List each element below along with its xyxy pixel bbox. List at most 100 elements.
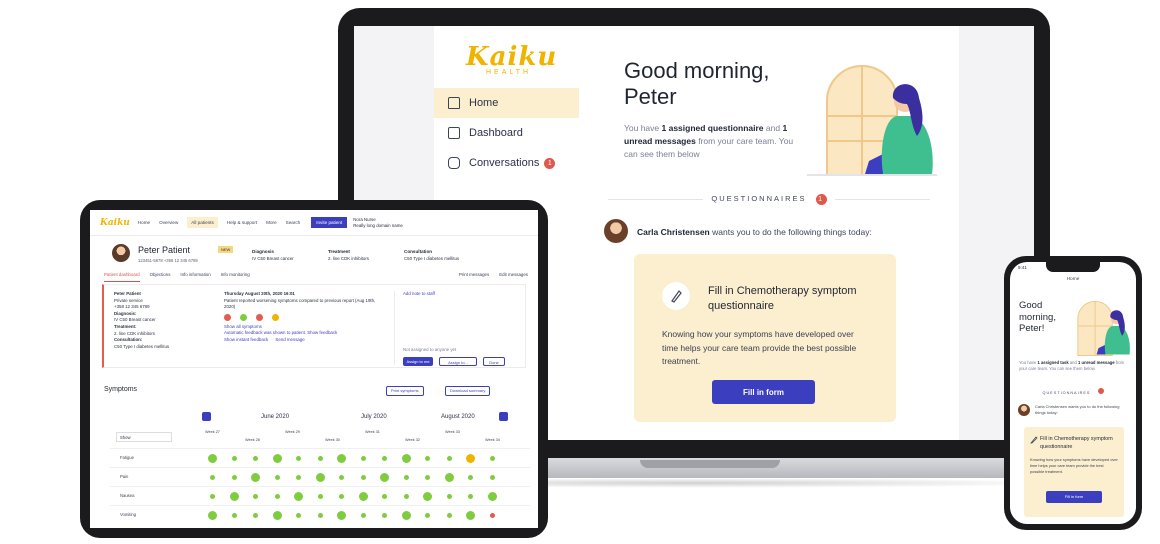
symptom-cell[interactable] — [446, 456, 452, 461]
invite-patient-button[interactable]: Invite patient — [311, 217, 348, 228]
symptom-cell[interactable] — [337, 454, 346, 463]
symptom-cell[interactable] — [251, 473, 260, 482]
symptom-cell[interactable] — [317, 513, 323, 518]
print-symptoms-button[interactable]: Print symptoms — [386, 386, 424, 396]
symptom-cell[interactable] — [382, 513, 387, 518]
symptom-cell[interactable] — [446, 494, 452, 499]
nav-help[interactable]: Help & support — [227, 220, 257, 225]
symptom-cell[interactable] — [210, 494, 215, 499]
symptom-cell[interactable] — [466, 511, 475, 520]
symptom-cell[interactable] — [423, 492, 432, 501]
nurse-illustration — [807, 65, 937, 176]
tab-info[interactable]: Info information — [180, 272, 210, 282]
send-message-link[interactable]: Send message — [275, 337, 304, 342]
symptom-cell[interactable] — [425, 513, 430, 518]
symptom-cell[interactable] — [382, 456, 387, 461]
sidebar-item-conversations[interactable]: Conversations 1 — [434, 148, 579, 178]
nav-search[interactable]: Search — [286, 220, 301, 225]
symptom-cell[interactable] — [253, 456, 258, 461]
symptom-cell[interactable] — [274, 494, 280, 499]
symptom-cell[interactable] — [487, 492, 497, 501]
user-menu[interactable]: Nora Nurse Really long domain name — [353, 217, 403, 229]
questionnaire-card[interactable]: Fill in Chemotherapy symptom questionnai… — [1024, 427, 1124, 517]
symptom-cell[interactable] — [360, 456, 366, 461]
assign-to-me-button[interactable]: Assign to me — [403, 357, 433, 366]
symptom-cell[interactable] — [360, 513, 366, 518]
tab-objections[interactable]: Objections — [150, 272, 171, 282]
symptom-cell[interactable] — [272, 454, 282, 463]
symptom-cell[interactable] — [382, 494, 387, 499]
symptom-cell[interactable] — [466, 454, 475, 463]
nav-all-patients[interactable]: All patients — [187, 217, 218, 228]
form-icon — [662, 282, 690, 310]
symptom-cell[interactable] — [208, 511, 217, 520]
assign-to-button[interactable]: Assign to... — [439, 357, 477, 366]
prev-month-button[interactable] — [202, 412, 211, 421]
done-button[interactable]: Done — [483, 357, 505, 366]
sidebar-item-dashboard[interactable]: Dashboard — [434, 118, 579, 148]
symptom-cell[interactable] — [446, 513, 452, 518]
symptom-cell[interactable] — [401, 454, 411, 463]
symptom-cell[interactable] — [489, 513, 495, 518]
symptom-cell[interactable] — [229, 492, 239, 501]
symptom-cell[interactable] — [425, 456, 430, 461]
edit-messages-link[interactable]: Edit messages — [499, 272, 528, 282]
symptom-cell[interactable] — [401, 511, 411, 520]
symptom-cell[interactable] — [339, 494, 344, 499]
symptom-cell[interactable] — [294, 492, 303, 501]
symptoms-title: Symptoms — [104, 386, 138, 393]
symptom-cell[interactable] — [253, 494, 258, 499]
symptom-cell[interactable] — [296, 456, 301, 461]
symptom-cell[interactable] — [360, 475, 366, 480]
summary-text: You have 1 assigned task and 1 unread me… — [1019, 360, 1125, 372]
tab-patient-dashboard[interactable]: Patient dashboard — [104, 272, 140, 282]
greeting-heading: Good morning, Peter — [624, 58, 770, 109]
symptom-cell[interactable] — [444, 473, 454, 482]
symptom-filter-select[interactable]: Show — [116, 432, 172, 442]
symptom-cell[interactable] — [337, 511, 346, 520]
show-all-symptoms-link[interactable]: Show all symptoms — [224, 324, 262, 329]
print-messages-link[interactable]: Print messages — [459, 272, 489, 282]
symptom-cell[interactable] — [489, 456, 495, 461]
symptom-cell[interactable] — [358, 492, 368, 501]
instant-feedback-link[interactable]: Show instant feedback — [224, 337, 268, 342]
questionnaire-card[interactable]: Fill in Chemotherapy symptom questionnai… — [634, 254, 896, 422]
symptom-cell[interactable] — [208, 454, 217, 463]
symptom-cell[interactable] — [210, 475, 215, 480]
phone-header: Home — [1066, 277, 1080, 282]
show-feedback-link[interactable]: Automatic feedback was shown to patient.… — [224, 330, 337, 335]
assignment-status: Not assigned to anyone yet — [403, 347, 457, 352]
symptom-cell[interactable] — [380, 473, 389, 482]
symptom-cell[interactable] — [403, 494, 409, 499]
add-note-link[interactable]: Add note to staff — [403, 291, 435, 296]
nav-overview[interactable]: Overview — [159, 220, 178, 225]
symptom-cell[interactable] — [274, 475, 280, 480]
nav-more[interactable]: More — [266, 220, 276, 225]
symptom-cell[interactable] — [317, 456, 323, 461]
week-headers: Week 27 Week 28 Week 29 Week 30 Week 31 Week … — [205, 430, 525, 446]
symptom-cell[interactable] — [272, 511, 282, 520]
symptom-cell[interactable] — [231, 513, 237, 518]
sidebar-item-home[interactable]: Home — [434, 88, 579, 118]
symptom-cell[interactable] — [253, 513, 258, 518]
symptom-cell[interactable] — [317, 494, 323, 499]
symptom-cell[interactable] — [296, 513, 301, 518]
next-month-button[interactable] — [499, 412, 508, 421]
symptom-cell[interactable] — [315, 473, 325, 482]
symptom-cell[interactable] — [339, 475, 344, 480]
symptom-cell[interactable] — [468, 475, 473, 480]
symptom-cell[interactable] — [425, 475, 430, 480]
treatment-info: Treatment 2. line CDK inhibitors — [328, 249, 369, 261]
fill-in-form-button[interactable]: Fill in form — [1046, 491, 1102, 503]
tab-monitoring[interactable]: Info monitoring — [221, 272, 250, 282]
nav-home[interactable]: Home — [138, 220, 150, 225]
symptom-cell[interactable] — [231, 456, 237, 461]
symptom-cell[interactable] — [296, 475, 301, 480]
symptom-cell[interactable] — [468, 494, 473, 499]
fill-in-form-button[interactable]: Fill in form — [712, 380, 815, 404]
symptom-cell[interactable] — [489, 475, 495, 480]
symptom-cell[interactable] — [403, 475, 409, 480]
tablet-navbar: Kaiku Home Overview All patients Help & … — [90, 210, 538, 236]
symptom-cell[interactable] — [231, 475, 237, 480]
download-summary-button[interactable]: Download summary — [445, 386, 491, 396]
